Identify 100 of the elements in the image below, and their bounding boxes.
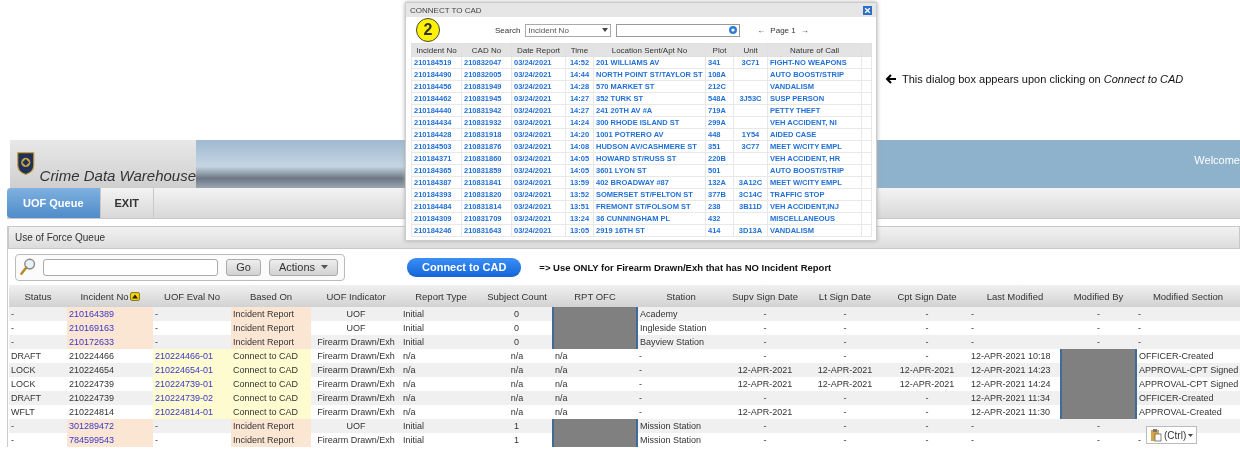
column-header: Nature of Call <box>767 43 862 57</box>
table-cell: - <box>725 335 805 349</box>
table-cell: - <box>969 419 1061 433</box>
table-cell: - <box>1136 321 1240 335</box>
record-link[interactable]: 301289472 <box>69 421 115 431</box>
table-cell: n/a <box>553 349 637 363</box>
next-page-link[interactable]: → <box>800 25 809 35</box>
table-cell: - <box>153 433 231 447</box>
table-cell: Connect to CAD <box>231 377 311 391</box>
table-cell: - <box>1136 307 1240 321</box>
record-link[interactable]: 210169163 <box>69 323 115 333</box>
column-header[interactable]: Subject Count <box>481 285 553 307</box>
table-cell: 12-APR-2021 11:30 <box>969 405 1061 419</box>
annotation-text: This dialog box appears upon clicking on Connect to CAD <box>902 73 1184 85</box>
column-header: Time <box>565 43 594 57</box>
paste-options-button[interactable]: (Ctrl) <box>1146 426 1198 444</box>
table-cell: n/a <box>481 349 553 363</box>
column-header: Date Report <box>511 43 566 57</box>
table-cell: 0 <box>481 307 553 321</box>
column-header[interactable]: Modified By <box>1061 285 1136 307</box>
table-cell: 0 <box>481 321 553 335</box>
close-icon[interactable] <box>863 5 872 15</box>
table-cell: 12-APR-2021 <box>885 363 969 377</box>
record-link[interactable]: 210224466-01 <box>155 351 214 361</box>
column-header: Unit <box>733 43 768 57</box>
column-header: Location Sent/Apt No <box>593 43 706 57</box>
column-header[interactable]: UOF Indicator <box>311 285 401 307</box>
record-link[interactable]: 210164389 <box>69 309 115 319</box>
table-cell: - <box>725 419 805 433</box>
table-cell: WFLT <box>9 405 67 419</box>
table-cell: DRAFT <box>9 391 67 405</box>
column-header[interactable]: Incident No <box>67 285 153 307</box>
table-cell: APPROVAL-CPT Signed <box>1136 377 1240 391</box>
table-cell: - <box>153 321 231 335</box>
table-cell: - <box>885 349 969 363</box>
table-cell: n/a <box>401 405 481 419</box>
table-cell: Incident Report <box>231 419 311 433</box>
table-cell: - <box>9 433 67 447</box>
table-cell: - <box>153 419 231 433</box>
record-link[interactable]: 210224739-02 <box>155 393 214 403</box>
table-cell: 12-APR-2021 <box>725 377 805 391</box>
search-field[interactable] <box>616 23 741 37</box>
previous-page-link[interactable]: ← <box>757 25 766 35</box>
record-link[interactable]: 210224654-01 <box>155 365 214 375</box>
record-link[interactable]: 210224739-01 <box>155 379 214 389</box>
table-cell: - <box>637 363 725 377</box>
actions-button[interactable]: Actions <box>268 258 338 276</box>
column-header[interactable]: RPT OFC <box>553 285 637 307</box>
column-header[interactable]: Modified Section <box>1136 285 1240 307</box>
step-badge: 2 <box>416 18 440 42</box>
table-cell: APPROVAL-Created <box>1136 405 1240 419</box>
table-cell: - <box>885 405 969 419</box>
record-link[interactable]: 210172633 <box>69 337 115 347</box>
table-cell: - <box>725 391 805 405</box>
table-cell: 12-APR-2021 <box>805 377 885 391</box>
table-cell: Mission Station <box>637 419 725 433</box>
table-cell: n/a <box>481 405 553 419</box>
table-cell: - <box>9 321 67 335</box>
column-header[interactable]: Supv Sign Date <box>725 285 805 307</box>
record-link[interactable]: 210224814-01 <box>155 407 214 417</box>
dialog-title: CONNECT TO CAD <box>410 5 482 15</box>
table-cell: Incident Report <box>231 307 311 321</box>
column-header[interactable]: Status <box>9 285 67 307</box>
search-by-select[interactable]: Incident No <box>525 23 612 37</box>
table-cell: - <box>725 307 805 321</box>
table-cell: - <box>805 419 885 433</box>
column-header[interactable]: Cpt Sign Date <box>885 285 969 307</box>
connect-to-cad-button[interactable]: Connect to CAD <box>407 257 522 277</box>
table-cell: Initial <box>401 419 481 433</box>
record-link[interactable]: 784599543 <box>69 435 115 445</box>
column-header[interactable]: Station <box>637 285 725 307</box>
table-cell: n/a <box>553 377 637 391</box>
usage-note: => Use ONLY for Firearm Drawn/Exh that has NO Incident Report <box>539 261 832 273</box>
caret-icon <box>321 265 328 269</box>
table-cell: n/a <box>553 391 637 405</box>
column-header: Plot <box>705 43 734 57</box>
search-field[interactable] <box>43 258 219 276</box>
nav-tab[interactable]: EXIT <box>100 188 154 218</box>
go-button[interactable]: Go <box>226 258 261 276</box>
table-cell: 12-APR-2021 <box>885 377 969 391</box>
table-cell: - <box>9 419 67 433</box>
table-cell: n/a <box>553 363 637 377</box>
table-cell: - <box>885 307 969 321</box>
table-cell: 0 <box>481 335 553 349</box>
clipboard-icon <box>1150 428 1162 442</box>
table-cell: - <box>153 335 231 349</box>
table-cell: - <box>885 391 969 405</box>
column-header[interactable]: Report Type <box>401 285 481 307</box>
column-header[interactable]: UOF Eval No <box>153 285 231 307</box>
table-cell: - <box>725 349 805 363</box>
table-cell: - <box>637 349 725 363</box>
table-cell: Firearm Drawn/Exh <box>311 363 401 377</box>
table-cell: Incident Report <box>231 335 311 349</box>
table-cell: - <box>9 335 67 349</box>
column-header[interactable]: Lt Sign Date <box>805 285 885 307</box>
table-cell: - <box>1061 419 1136 433</box>
table-cell: Incident Report <box>231 433 311 447</box>
column-header[interactable]: Based On <box>231 285 311 307</box>
column-header[interactable]: Last Modified <box>969 285 1061 307</box>
table-cell: - <box>969 321 1061 335</box>
